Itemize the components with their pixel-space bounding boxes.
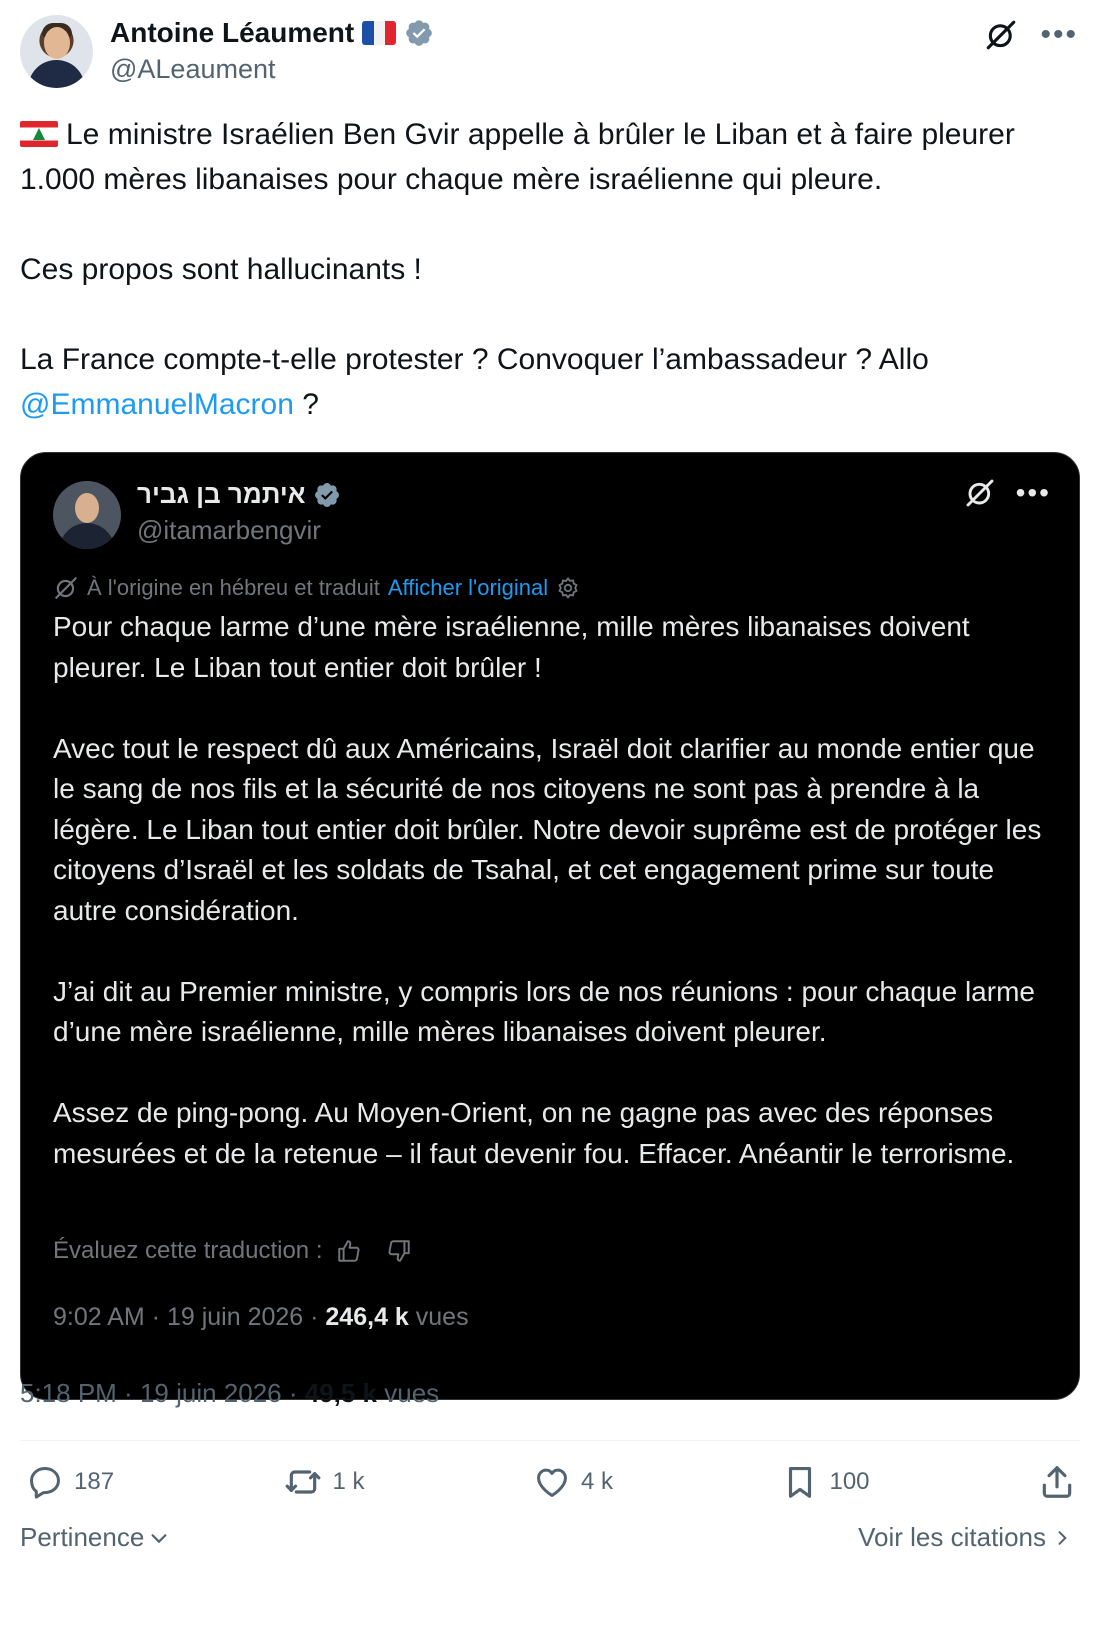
mention-link[interactable]: @EmmanuelMacron: [20, 388, 294, 421]
translation-notice: À l'origine en hébreu et traduit Affiche…: [53, 575, 580, 601]
quoted-tweet-card[interactable]: איתמר בן גביר @itamarbengvir ••• À l'ori…: [20, 452, 1080, 1400]
author-avatar[interactable]: [20, 15, 93, 88]
quoted-tweet-text: Pour chaque larme d’une mère israélienne…: [53, 607, 1043, 1174]
quoted-name-row: איתמר בן גביר: [137, 479, 341, 510]
header-actions: •••: [984, 18, 1078, 52]
verified-icon: [315, 482, 340, 507]
share-icon: [1042, 1466, 1072, 1498]
show-original-link[interactable]: Afficher l'original: [388, 575, 548, 601]
divider: [20, 1440, 1080, 1441]
tweet-text: Le ministre Israélien Ben Gvir appelle à…: [20, 112, 1085, 427]
bookmark-count: 100: [829, 1468, 870, 1495]
bookmark-button[interactable]: 100: [781, 1463, 870, 1501]
tweet-date[interactable]: 19 juin 2026: [140, 1378, 282, 1408]
action-bar: 187 1 k 4 k 100: [26, 1462, 1076, 1502]
share-button[interactable]: [1038, 1463, 1076, 1501]
like-count: 4 k: [581, 1468, 614, 1495]
repost-icon: [285, 1470, 320, 1494]
quoted-meta: 9:02 AM · 19 juin 2026 · 246,4 k vues: [53, 1303, 469, 1331]
author-handle[interactable]: @ALeaument: [110, 54, 276, 85]
quoted-date[interactable]: 19 juin 2026: [167, 1303, 303, 1331]
quoted-paragraph: Avec tout le respect dû aux Américains, …: [53, 732, 1042, 926]
author-name-row: Antoine Léaument: [110, 15, 434, 51]
tweet-line-2: Ces propos sont hallucinants !: [20, 253, 422, 286]
quoted-paragraph: Pour chaque larme d’une mère israélienne…: [53, 611, 970, 683]
quoted-header-actions: •••: [964, 477, 1051, 509]
quoted-time[interactable]: 9:02 AM: [53, 1303, 145, 1331]
quoted-author-handle[interactable]: @itamarbengvir: [137, 515, 321, 546]
grok-icon[interactable]: [984, 18, 1018, 52]
chevron-right-icon: [1058, 1530, 1067, 1545]
quoted-views-label: vues: [415, 1303, 469, 1331]
quoted-views-count: 246,4 k: [325, 1303, 409, 1331]
view-quotes-label: Voir les citations: [858, 1522, 1046, 1552]
reply-button[interactable]: 187: [26, 1463, 114, 1501]
thumbs-down-icon[interactable]: [386, 1238, 412, 1264]
tweet-line-1: Le ministre Israélien Ben Gvir appelle à…: [20, 118, 1015, 196]
verified-icon: [406, 20, 433, 46]
repost-count: 1 k: [332, 1468, 365, 1495]
tweet-line-3-end: ?: [293, 388, 319, 421]
quoted-author-avatar[interactable]: [53, 481, 121, 549]
bookmark-icon: [789, 1466, 812, 1498]
france-flag-icon: [362, 21, 397, 45]
author-name[interactable]: Antoine Léaument: [110, 17, 354, 49]
settings-icon[interactable]: [556, 576, 580, 600]
translation-note: À l'origine en hébreu et traduit: [87, 575, 380, 600]
quoted-paragraph: Assez de ping-pong. Au Moyen-Orient, on …: [53, 1097, 1015, 1169]
quoted-author-name[interactable]: איתמר בן גביר: [137, 479, 305, 510]
lebanon-flag-icon: [20, 121, 58, 147]
rate-translation-label: Évaluez cette traduction :: [53, 1237, 323, 1264]
views-count: 49,5 k: [304, 1378, 378, 1408]
tweet-line-3: La France compte-t-elle protester ? Conv…: [20, 343, 929, 376]
more-icon[interactable]: •••: [1040, 20, 1078, 50]
repost-button[interactable]: 1 k: [283, 1462, 365, 1502]
reply-icon: [30, 1467, 60, 1499]
quoted-paragraph: J’ai dit au Premier ministre, y compris …: [53, 975, 1035, 1048]
chevron-down-icon: [151, 1533, 167, 1543]
reply-count: 187: [74, 1468, 115, 1495]
translate-icon: [55, 577, 77, 599]
tweet-time[interactable]: 5:18 PM: [20, 1378, 117, 1408]
like-icon: [537, 1468, 567, 1497]
more-icon[interactable]: •••: [1016, 477, 1051, 509]
grok-icon[interactable]: [964, 477, 996, 509]
tweet-meta: 5:18 PM · 19 juin 2026 · 49,5 k vues: [20, 1378, 440, 1408]
rate-translation-row: Évaluez cette traduction :: [53, 1237, 412, 1265]
view-quotes-link[interactable]: Voir les citations: [858, 1522, 1072, 1553]
sort-label: Pertinence: [20, 1522, 145, 1552]
like-button[interactable]: 4 k: [533, 1463, 613, 1501]
sort-dropdown[interactable]: Pertinence: [20, 1522, 170, 1553]
views-label: vues: [384, 1378, 440, 1408]
thumbs-up-icon[interactable]: [336, 1238, 362, 1264]
